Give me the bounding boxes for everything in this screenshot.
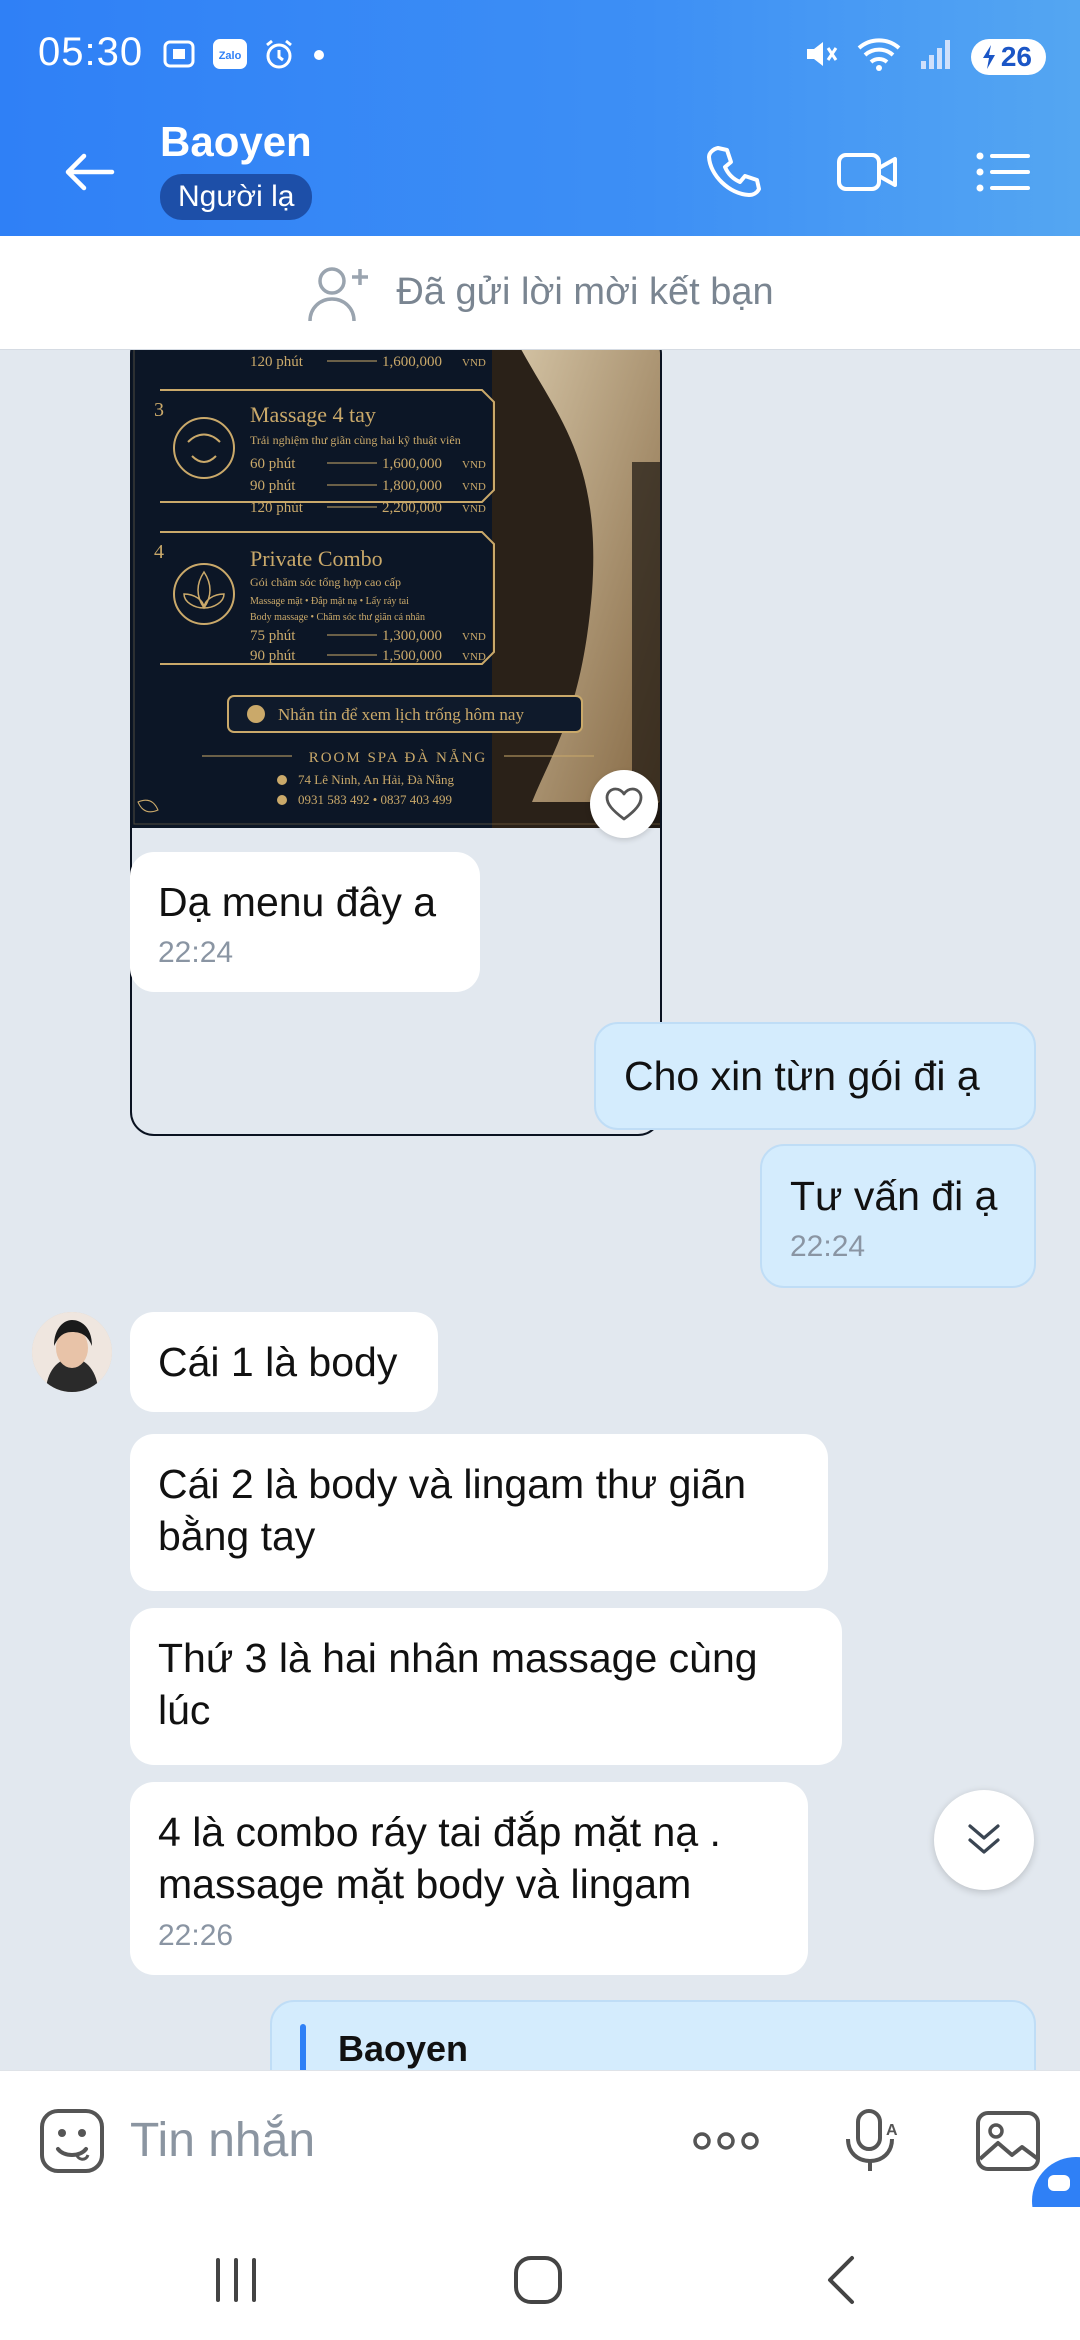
message-bubble[interactable]: Cái 1 là body bbox=[130, 1312, 438, 1413]
back-nav-icon[interactable] bbox=[814, 2250, 874, 2310]
zalo-icon: Zalo bbox=[212, 38, 247, 70]
message-text: Tư vấn đi ạ bbox=[790, 1173, 998, 1219]
quote-accent-bar bbox=[300, 2024, 306, 2070]
message-bubble[interactable]: Cho xin từn gói đi ạ bbox=[594, 1022, 1036, 1131]
item3-title: Massage 4 tay bbox=[250, 402, 376, 427]
status-bar: 05:30 Zalo 26 bbox=[0, 0, 1080, 114]
avatar[interactable] bbox=[32, 1312, 112, 1392]
item4-row2-label: 90 phút bbox=[250, 648, 296, 664]
screenshot-icon bbox=[162, 38, 196, 70]
message-text: Cái 2 là body và lingam thư giãn bằng ta… bbox=[158, 1461, 747, 1560]
more-options-icon[interactable] bbox=[690, 2105, 762, 2177]
message-bubble[interactable]: Thứ 3 là hai nhân massage cùng lúc bbox=[130, 1608, 842, 1765]
battery-level: 26 bbox=[1000, 40, 1032, 72]
svg-text:Zalo: Zalo bbox=[219, 50, 242, 62]
item3-row3-label: 120 phút bbox=[250, 500, 304, 516]
item3-row1-label: 60 phút bbox=[250, 456, 296, 472]
menu-row-120-price: 1,600,000 bbox=[382, 354, 442, 370]
item4-row2-currency: VND bbox=[462, 651, 486, 663]
message-time: 22:24 bbox=[158, 936, 234, 970]
battery-indicator: 26 bbox=[970, 38, 1046, 75]
menu-list-icon[interactable] bbox=[970, 140, 1034, 204]
menu-address: 74 Lê Ninh, An Hải, Đà Nẵng bbox=[298, 772, 454, 787]
item4-number: 4 bbox=[154, 541, 164, 563]
svg-text:A: A bbox=[886, 2122, 898, 2139]
message-bubble[interactable]: Tư vấn đi ạ 22:24 bbox=[760, 1144, 1036, 1289]
system-status: 26 bbox=[803, 36, 1046, 77]
message-text: Cho xin từn gói đi ạ bbox=[624, 1053, 980, 1099]
message-list[interactable]: 120 phút 1,600,000 VND 3 Massage 4 tay T… bbox=[0, 350, 1080, 2070]
voice-message-icon[interactable]: A bbox=[834, 2105, 906, 2177]
menu-row-120-label: 120 phút bbox=[250, 354, 304, 370]
home-icon[interactable] bbox=[508, 2250, 568, 2310]
menu-cta: Nhắn tin để xem lịch trống hôm nay bbox=[278, 705, 524, 724]
message-bubble[interactable]: Dạ menu đây a 22:24 bbox=[130, 852, 480, 993]
item4-row1-price: 1,300,000 bbox=[382, 628, 442, 644]
item3-row2-currency: VND bbox=[462, 481, 486, 493]
item4-detail1: Massage mặt • Đắp mặt nạ • Lấy ráy tai bbox=[250, 596, 409, 607]
chat-header: 05:30 Zalo 26 Baoyen Người lạ bbox=[0, 0, 1080, 236]
mute-icon bbox=[803, 36, 839, 77]
wifi-icon bbox=[857, 36, 901, 77]
sticker-icon[interactable] bbox=[36, 2105, 108, 2177]
alarm-icon bbox=[262, 38, 296, 70]
message-input[interactable]: Tin nhắn bbox=[130, 2113, 315, 2168]
quoted-reply-bubble[interactable]: Baoyen bbox=[270, 2000, 1036, 2070]
signal-icon bbox=[919, 37, 953, 76]
contact-name[interactable]: Baoyen bbox=[160, 118, 312, 166]
video-call-icon[interactable] bbox=[835, 140, 899, 204]
item4-detail2: Body massage • Chăm sóc thư giãn cá nhân bbox=[250, 612, 425, 623]
item4-row1-currency: VND bbox=[462, 631, 486, 643]
message-time: 22:24 bbox=[790, 1230, 866, 1264]
system-navigation-bar bbox=[0, 2210, 1080, 2340]
dot-icon bbox=[312, 38, 326, 70]
spa-menu-image[interactable]: 120 phút 1,600,000 VND 3 Massage 4 tay T… bbox=[130, 350, 662, 1136]
item3-row3-price: 2,200,000 bbox=[382, 500, 442, 516]
item4-row1-label: 75 phút bbox=[250, 628, 296, 644]
menu-phones: 0931 583 492 • 0837 403 499 bbox=[298, 792, 452, 807]
message-text: Thứ 3 là hai nhân massage cùng lúc bbox=[158, 1635, 758, 1734]
item3-subtitle: Trải nghiệm thư giãn cùng hai kỹ thuật v… bbox=[250, 433, 461, 447]
item3-row1-price: 1,600,000 bbox=[382, 456, 442, 472]
notification-icons: Zalo bbox=[162, 38, 326, 70]
scroll-to-bottom-button[interactable] bbox=[934, 1790, 1034, 1890]
message-bubble[interactable]: Cái 2 là body và lingam thư giãn bằng ta… bbox=[130, 1434, 828, 1591]
add-friend-icon bbox=[308, 266, 369, 321]
item4-subtitle: Gói chăm sóc tổng hợp cao cấp bbox=[250, 575, 401, 589]
message-time: 22:26 bbox=[158, 1918, 234, 1952]
item4-title: Private Combo bbox=[250, 546, 383, 571]
message-text: 4 là combo ráy tai đắp mặt nạ . massage … bbox=[158, 1809, 721, 1908]
quote-author: Baoyen bbox=[338, 2028, 469, 2069]
chat-bubble-float-icon[interactable] bbox=[1032, 2157, 1080, 2207]
stranger-badge: Người lạ bbox=[160, 174, 313, 220]
item4-row2-price: 1,500,000 bbox=[382, 648, 442, 664]
double-chevron-down-icon bbox=[968, 1824, 1000, 1854]
friend-request-text: Đã gửi lời mời kết bạn bbox=[396, 271, 774, 313]
item3-row2-label: 90 phút bbox=[250, 478, 296, 494]
spa-menu-graphic: 120 phút 1,600,000 VND 3 Massage 4 tay T… bbox=[132, 350, 660, 1134]
phone-call-icon[interactable] bbox=[700, 140, 764, 204]
heart-icon bbox=[605, 787, 643, 821]
react-heart-button[interactable] bbox=[590, 770, 658, 838]
menu-brand: ROOM SPA ĐÀ NẴNG bbox=[309, 748, 488, 766]
recent-apps-icon[interactable] bbox=[206, 2250, 266, 2310]
menu-currency: VND bbox=[462, 357, 486, 369]
item3-row3-currency: VND bbox=[462, 503, 486, 515]
item3-row1-currency: VND bbox=[462, 459, 486, 471]
status-time: 05:30 bbox=[38, 30, 144, 74]
message-bubble[interactable]: 4 là combo ráy tai đắp mặt nạ . massage … bbox=[130, 1782, 808, 1975]
message-text: Dạ menu đây a bbox=[158, 879, 437, 925]
item3-row2-price: 1,800,000 bbox=[382, 478, 442, 494]
message-input-bar: Tin nhắn A bbox=[0, 2070, 1080, 2210]
message-text: Cái 1 là body bbox=[158, 1339, 398, 1385]
friend-request-bar: Đã gửi lời mời kết bạn bbox=[0, 236, 1080, 350]
charging-icon bbox=[982, 44, 995, 69]
back-arrow-icon[interactable] bbox=[58, 140, 122, 204]
item3-number: 3 bbox=[154, 399, 164, 421]
